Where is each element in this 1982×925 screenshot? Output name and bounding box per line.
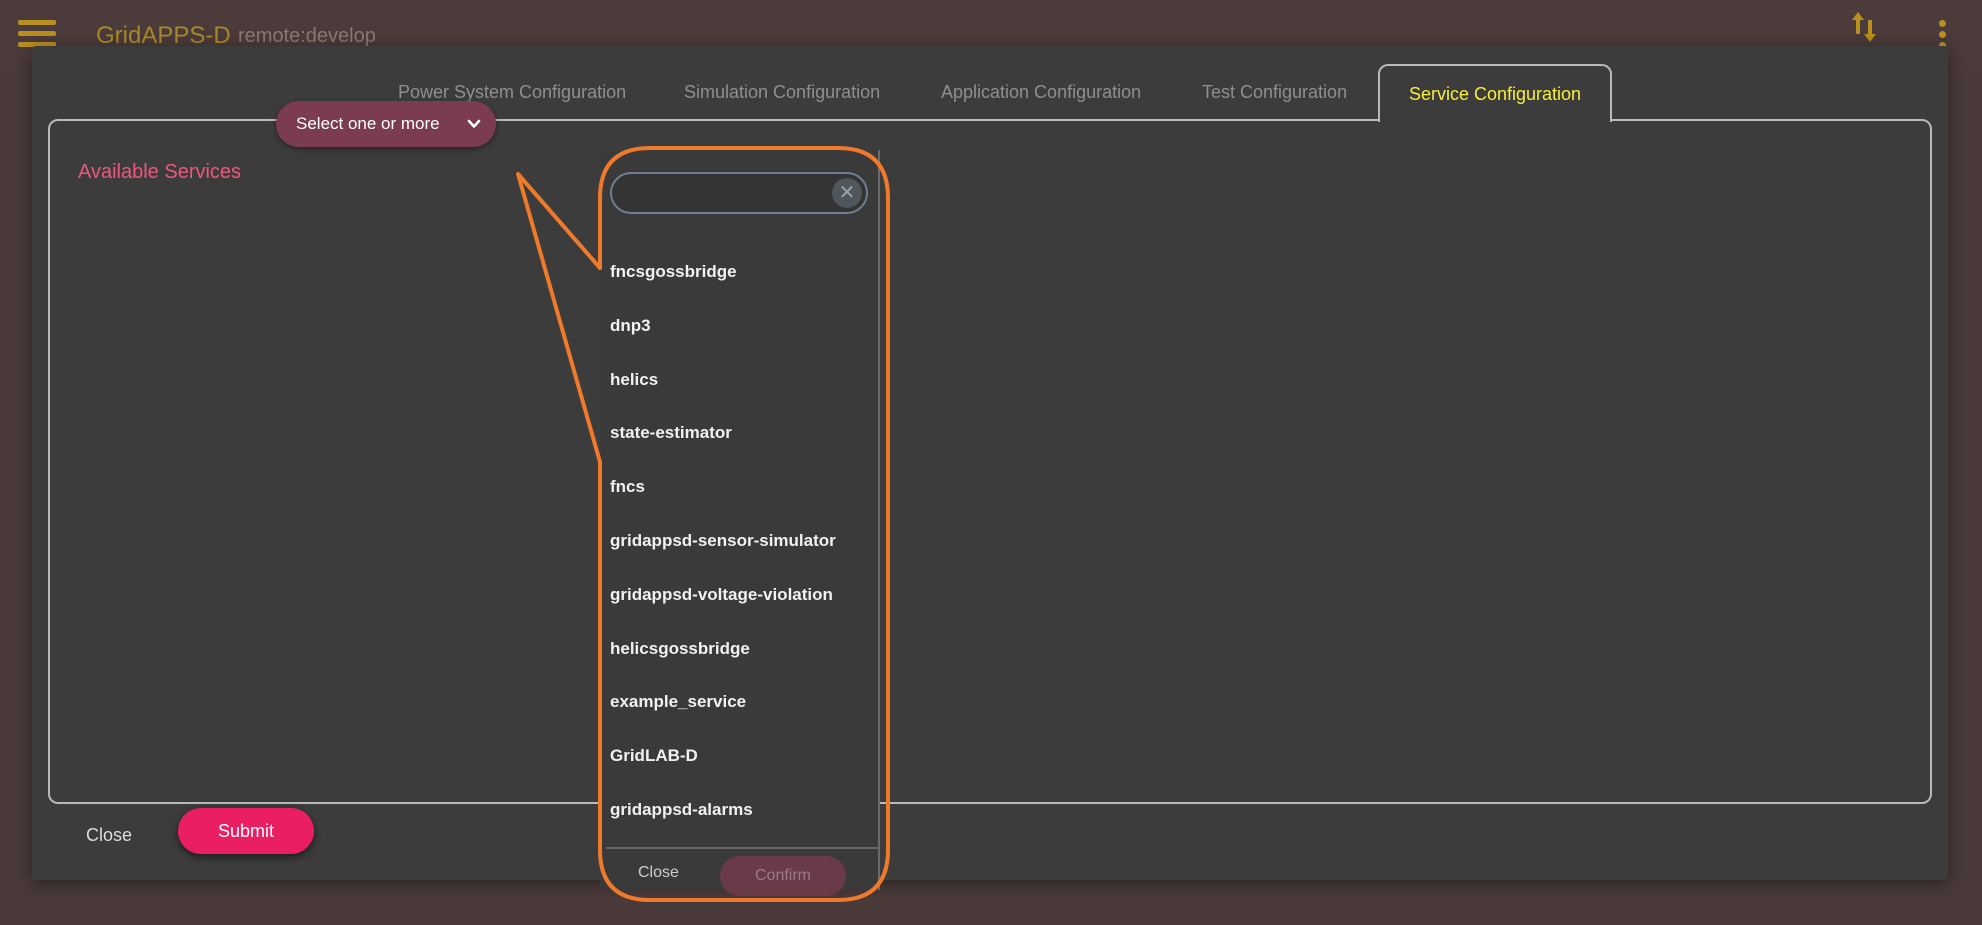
- tab-test-configuration[interactable]: Test Configuration: [1202, 64, 1347, 120]
- service-option[interactable]: dnp3: [600, 312, 878, 366]
- tab-simulation-configuration[interactable]: Simulation Configuration: [684, 64, 880, 120]
- submit-button[interactable]: Submit: [178, 808, 314, 854]
- chevron-down-icon: [467, 119, 481, 128]
- simulation-config-dialog: Power System Configuration Simulation Co…: [32, 46, 1948, 880]
- service-option[interactable]: gridappsd-alarms: [600, 796, 878, 850]
- dropdown-confirm-button[interactable]: Confirm: [720, 856, 846, 896]
- tab-application-configuration[interactable]: Application Configuration: [941, 64, 1141, 120]
- swap-vertical-icon[interactable]: [1850, 10, 1878, 44]
- select-placeholder: Select one or more: [296, 114, 440, 133]
- service-option[interactable]: helicsgossbridge: [600, 635, 878, 689]
- clear-search-icon[interactable]: ✕: [832, 178, 862, 208]
- environment-label: remote:develop: [238, 25, 376, 47]
- service-option[interactable]: helics: [600, 366, 878, 420]
- service-option[interactable]: GridLAB-D: [600, 742, 878, 796]
- dropdown-divider: [606, 847, 878, 849]
- tab-service-configuration[interactable]: Service Configuration: [1378, 64, 1612, 122]
- service-option[interactable]: fncsgossbridge: [600, 258, 878, 312]
- service-option[interactable]: gridappsd-voltage-violation: [600, 581, 878, 635]
- dropdown-close-button[interactable]: Close: [638, 864, 679, 882]
- services-dropdown: ✕ fncsgossbridge dnp3 helics state-estimato…: [600, 150, 880, 896]
- service-configuration-panel: Available Services: [48, 119, 1932, 804]
- service-option[interactable]: fncs: [600, 473, 878, 527]
- dialog-close-button[interactable]: Close: [86, 825, 132, 846]
- search-input[interactable]: [624, 178, 824, 208]
- search-field: ✕: [610, 172, 868, 214]
- options-list: fncsgossbridge dnp3 helics state-estimator f…: [600, 258, 878, 850]
- menu-icon[interactable]: [18, 20, 56, 48]
- service-option[interactable]: example_service: [600, 688, 878, 742]
- service-option[interactable]: state-estimator: [600, 419, 878, 473]
- available-services-label: Available Services: [78, 161, 242, 183]
- services-select[interactable]: Select one or more: [276, 101, 496, 147]
- service-option[interactable]: gridappsd-sensor-simulator: [600, 527, 878, 581]
